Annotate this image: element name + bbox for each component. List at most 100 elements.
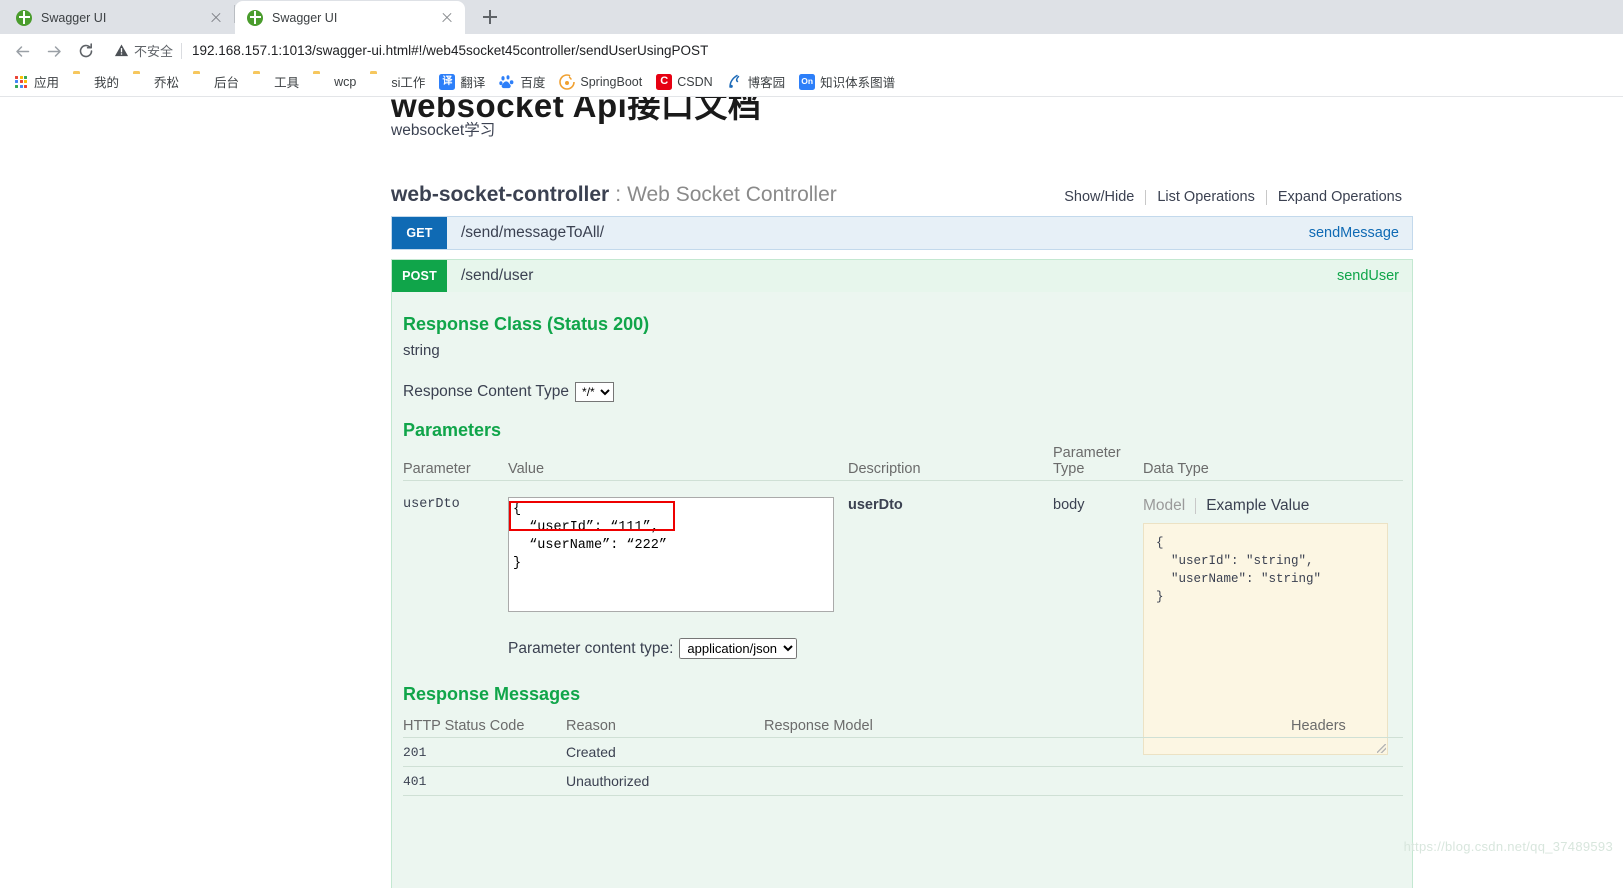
bookmark-folder-5[interactable]: wcp: [306, 71, 363, 93]
operation-path: /send/user: [461, 267, 534, 284]
swagger-page: websocket Api接口文档 websocket学习 web-socket…: [0, 97, 1623, 888]
parameter-content-type-label: Parameter content type:: [508, 639, 674, 657]
url-text: 192.168.157.1:1013/swagger-ui.html#!/web…: [192, 43, 709, 58]
expand-operations-link[interactable]: Expand Operations: [1267, 189, 1413, 205]
browser-toolbar: 不安全 192.168.157.1:1013/swagger-ui.html#!…: [0, 34, 1623, 67]
operation-path: /send/messageToAll/: [461, 224, 605, 241]
bookmark-label: CSDN: [677, 74, 713, 89]
bookmark-folder-4[interactable]: 工具: [246, 69, 306, 94]
bookmark-label: 百度: [520, 76, 546, 90]
browser-tab-2[interactable]: Swagger UI: [235, 1, 465, 34]
http-method-badge: GET: [392, 217, 447, 249]
resource-options: Show/Hide List Operations Expand Operati…: [1053, 189, 1413, 205]
folder-icon: [370, 74, 386, 90]
new-tab-button[interactable]: [475, 2, 505, 32]
status-reason: Created: [566, 744, 616, 760]
bookmark-label: 知识体系图谱: [820, 76, 896, 90]
bookmark-translate[interactable]: 译 翻译: [432, 69, 492, 94]
parameters-title: Parameters: [403, 420, 502, 440]
bookmark-label: 后台: [214, 76, 240, 90]
resource-name[interactable]: web-socket-controller: [391, 183, 609, 207]
bookmark-label: 我的: [94, 76, 120, 90]
swagger-favicon-icon: [16, 9, 32, 26]
column-data-type: Data Type: [1143, 461, 1209, 477]
reload-button[interactable]: [72, 37, 100, 65]
bookmark-baidu[interactable]: 百度: [492, 69, 552, 94]
column-http-status-code: HTTP Status Code: [403, 718, 525, 734]
tab-example-value[interactable]: Example Value: [1196, 497, 1309, 515]
example-value-text: { "userId": "string", "userName": "strin…: [1156, 536, 1322, 604]
status-code: 201: [403, 744, 427, 760]
bookmark-label: 翻译: [460, 76, 486, 90]
bookmark-label: SpringBoot: [580, 74, 643, 89]
tab-title: Swagger UI: [41, 10, 107, 25]
parameters-table-header: Parameter Value Description Parameter Ty…: [403, 445, 1403, 481]
resource-colon: :: [615, 183, 622, 206]
bookmark-folder-1[interactable]: 我的: [66, 69, 126, 94]
swagger-favicon-icon: [247, 9, 263, 26]
watermark: https://blog.csdn.net/qq_37489593: [1403, 839, 1613, 854]
bookmark-folder-2[interactable]: 乔松: [126, 69, 186, 94]
omnibox-divider: [181, 42, 183, 59]
bookmark-csdn[interactable]: C CSDN: [649, 71, 719, 93]
forward-button[interactable]: [40, 37, 68, 65]
operation-row-get-send-messagetoall[interactable]: GET /send/messageToAll/ sendMessage: [391, 216, 1413, 250]
bookmark-springboot[interactable]: SpringBoot: [552, 71, 649, 93]
close-icon[interactable]: [208, 10, 224, 26]
column-description: Description: [848, 461, 921, 477]
response-content-type-select[interactable]: */*: [575, 382, 615, 402]
bookmark-folder-3[interactable]: 后台: [186, 69, 246, 94]
folder-icon: [313, 74, 329, 90]
apps-grid-icon: [13, 74, 29, 90]
column-reason: Reason: [566, 718, 616, 734]
browser-chrome: Swagger UI Swagger UI 不安全 192.168.157.1:…: [0, 0, 1623, 97]
operation-nickname[interactable]: sendMessage: [1309, 217, 1412, 249]
back-button[interactable]: [8, 37, 36, 65]
column-response-model: Response Model: [764, 718, 873, 734]
model-example-tabs: Model Example Value: [1143, 497, 1403, 515]
bookmark-label: 工具: [274, 76, 300, 90]
operation-row-post-send-user[interactable]: POST /send/user sendUser: [391, 259, 1413, 293]
atlas-icon: On: [799, 73, 816, 90]
bookmark-atlas[interactable]: On 知识体系图谱: [792, 69, 902, 94]
operation-detail-panel: Response Class (Status 200) string Respo…: [391, 292, 1413, 888]
not-secure-warning-icon: [114, 43, 129, 58]
bookmark-apps[interactable]: 应用: [6, 69, 66, 94]
bookmark-cnblogs[interactable]: 博客园: [720, 69, 793, 94]
parameter-content-type-row: Parameter content type: application/json: [508, 638, 798, 659]
bookmarks-bar: 应用 我的 乔松 后台 工具 wcp si工作 译 翻译 百度 SpringBo…: [0, 67, 1623, 97]
response-class-type: string: [403, 342, 440, 359]
folder-icon: [193, 74, 209, 90]
address-bar[interactable]: 不安全 192.168.157.1:1013/swagger-ui.html#!…: [104, 36, 1615, 65]
close-icon[interactable]: [439, 10, 455, 26]
parameters-table: Parameter Value Description Parameter Ty…: [403, 445, 1403, 755]
show-hide-link[interactable]: Show/Hide: [1053, 189, 1145, 205]
csdn-icon: C: [656, 73, 673, 90]
cnblogs-icon: [727, 74, 743, 90]
bookmark-label: si工作: [391, 76, 426, 90]
tab-title: Swagger UI: [272, 10, 338, 25]
column-parameter: Parameter: [403, 461, 471, 477]
resource-description: Web Socket Controller: [627, 183, 837, 206]
list-operations-link[interactable]: List Operations: [1146, 189, 1266, 205]
browser-tab-1[interactable]: Swagger UI: [4, 1, 234, 34]
response-messages-table: HTTP Status Code Reason Response Model H…: [403, 712, 1403, 796]
tab-model[interactable]: Model: [1143, 497, 1195, 515]
response-table-header: HTTP Status Code Reason Response Model H…: [403, 712, 1403, 738]
table-row: 201 Created: [403, 738, 1403, 767]
springboot-icon: [559, 73, 576, 90]
bookmark-folder-6[interactable]: si工作: [363, 69, 432, 94]
folder-icon: [133, 74, 149, 90]
bookmark-label: 乔松: [154, 76, 180, 90]
bookmark-label: 博客园: [747, 76, 786, 90]
operation-nickname[interactable]: sendUser: [1337, 260, 1412, 292]
column-value: Value: [508, 461, 545, 477]
request-body-input[interactable]: { “userId”: “111”, “userName”: “222” }: [508, 497, 834, 612]
column-headers: Headers: [1291, 718, 1346, 734]
response-content-type-row: Response Content Type */*: [403, 382, 615, 402]
folder-icon: [253, 74, 269, 90]
folder-icon: [73, 74, 89, 90]
response-class-title: Response Class (Status 200): [403, 314, 650, 334]
baidu-paw-icon: [499, 74, 515, 90]
parameter-content-type-select[interactable]: application/json: [679, 638, 798, 659]
